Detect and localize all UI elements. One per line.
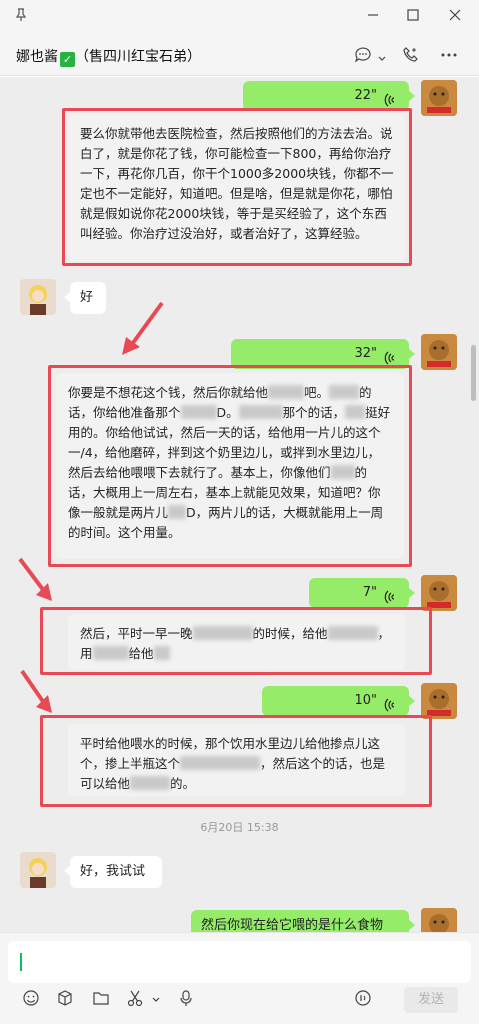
close-icon[interactable] (446, 8, 464, 26)
maximize-icon[interactable] (404, 8, 422, 26)
message-text: 好，我试试 (80, 864, 146, 879)
minimize-icon[interactable] (364, 8, 382, 26)
text-message[interactable]: 然后你现在给它喂的是什么食物 (191, 910, 415, 932)
microphone-icon[interactable] (175, 989, 197, 1011)
voice-call-icon[interactable] (352, 989, 374, 1011)
annotation-arrow (20, 669, 52, 713)
highlight-box (48, 365, 412, 567)
chevron-down-icon[interactable] (145, 989, 167, 1011)
annotation-arrow (122, 301, 164, 355)
avatar[interactable] (20, 279, 56, 315)
avatar[interactable] (421, 683, 457, 719)
highlight-box (40, 715, 432, 807)
voice-duration: 10" (354, 693, 377, 708)
text-message[interactable]: 好，我试试 (64, 856, 162, 888)
contact-note: （售四川红宝石弟） (75, 49, 201, 65)
voice-message[interactable]: 10" (262, 686, 415, 716)
contact-name: 娜也酱 (16, 49, 58, 65)
box-icon[interactable] (54, 989, 76, 1011)
composer: 发送 (0, 932, 479, 1024)
checkmark-icon: ✓ (60, 52, 75, 67)
text-message[interactable]: 好 (64, 282, 106, 314)
highlight-box (40, 607, 432, 675)
text-caret (20, 953, 22, 971)
window-titlebar (0, 0, 479, 34)
message-text: 好 (80, 290, 94, 305)
avatar[interactable] (20, 852, 56, 888)
more-icon[interactable] (440, 46, 458, 68)
chevron-down-icon[interactable] (377, 49, 387, 68)
message-text: 然后你现在给它喂的是什么食物 (201, 918, 384, 932)
phone-icon[interactable] (402, 46, 420, 68)
highlight-box (62, 108, 412, 266)
emoji-icon[interactable] (20, 989, 42, 1011)
avatar[interactable] (421, 908, 457, 932)
folder-icon[interactable] (90, 989, 112, 1011)
avatar[interactable] (421, 334, 457, 370)
message-list[interactable]: 22" 要么你就带他去医院检查，然后按照他们的方法去治。说白了，就是你花了钱，你… (0, 77, 479, 932)
voice-message[interactable]: 22" (243, 81, 415, 111)
avatar[interactable] (421, 80, 457, 116)
avatar[interactable] (421, 575, 457, 611)
timestamp: 6月20日 15:38 (200, 821, 279, 834)
message-input[interactable] (8, 941, 471, 983)
chat-bubble-icon[interactable] (354, 46, 372, 68)
pin-icon[interactable] (12, 8, 30, 26)
chat-header: 娜也酱 ✓ （售四川红宝石弟） (0, 34, 479, 76)
voice-duration: 22" (354, 88, 377, 103)
send-button[interactable]: 发送 (404, 987, 458, 1013)
chat-title[interactable]: 娜也酱 ✓ （售四川红宝石弟） (16, 46, 201, 67)
scrollbar[interactable] (471, 345, 476, 401)
annotation-arrow (18, 557, 52, 601)
voice-message[interactable]: 7" (309, 578, 415, 608)
voice-duration: 7" (362, 585, 377, 600)
scissors-icon[interactable] (124, 989, 146, 1011)
